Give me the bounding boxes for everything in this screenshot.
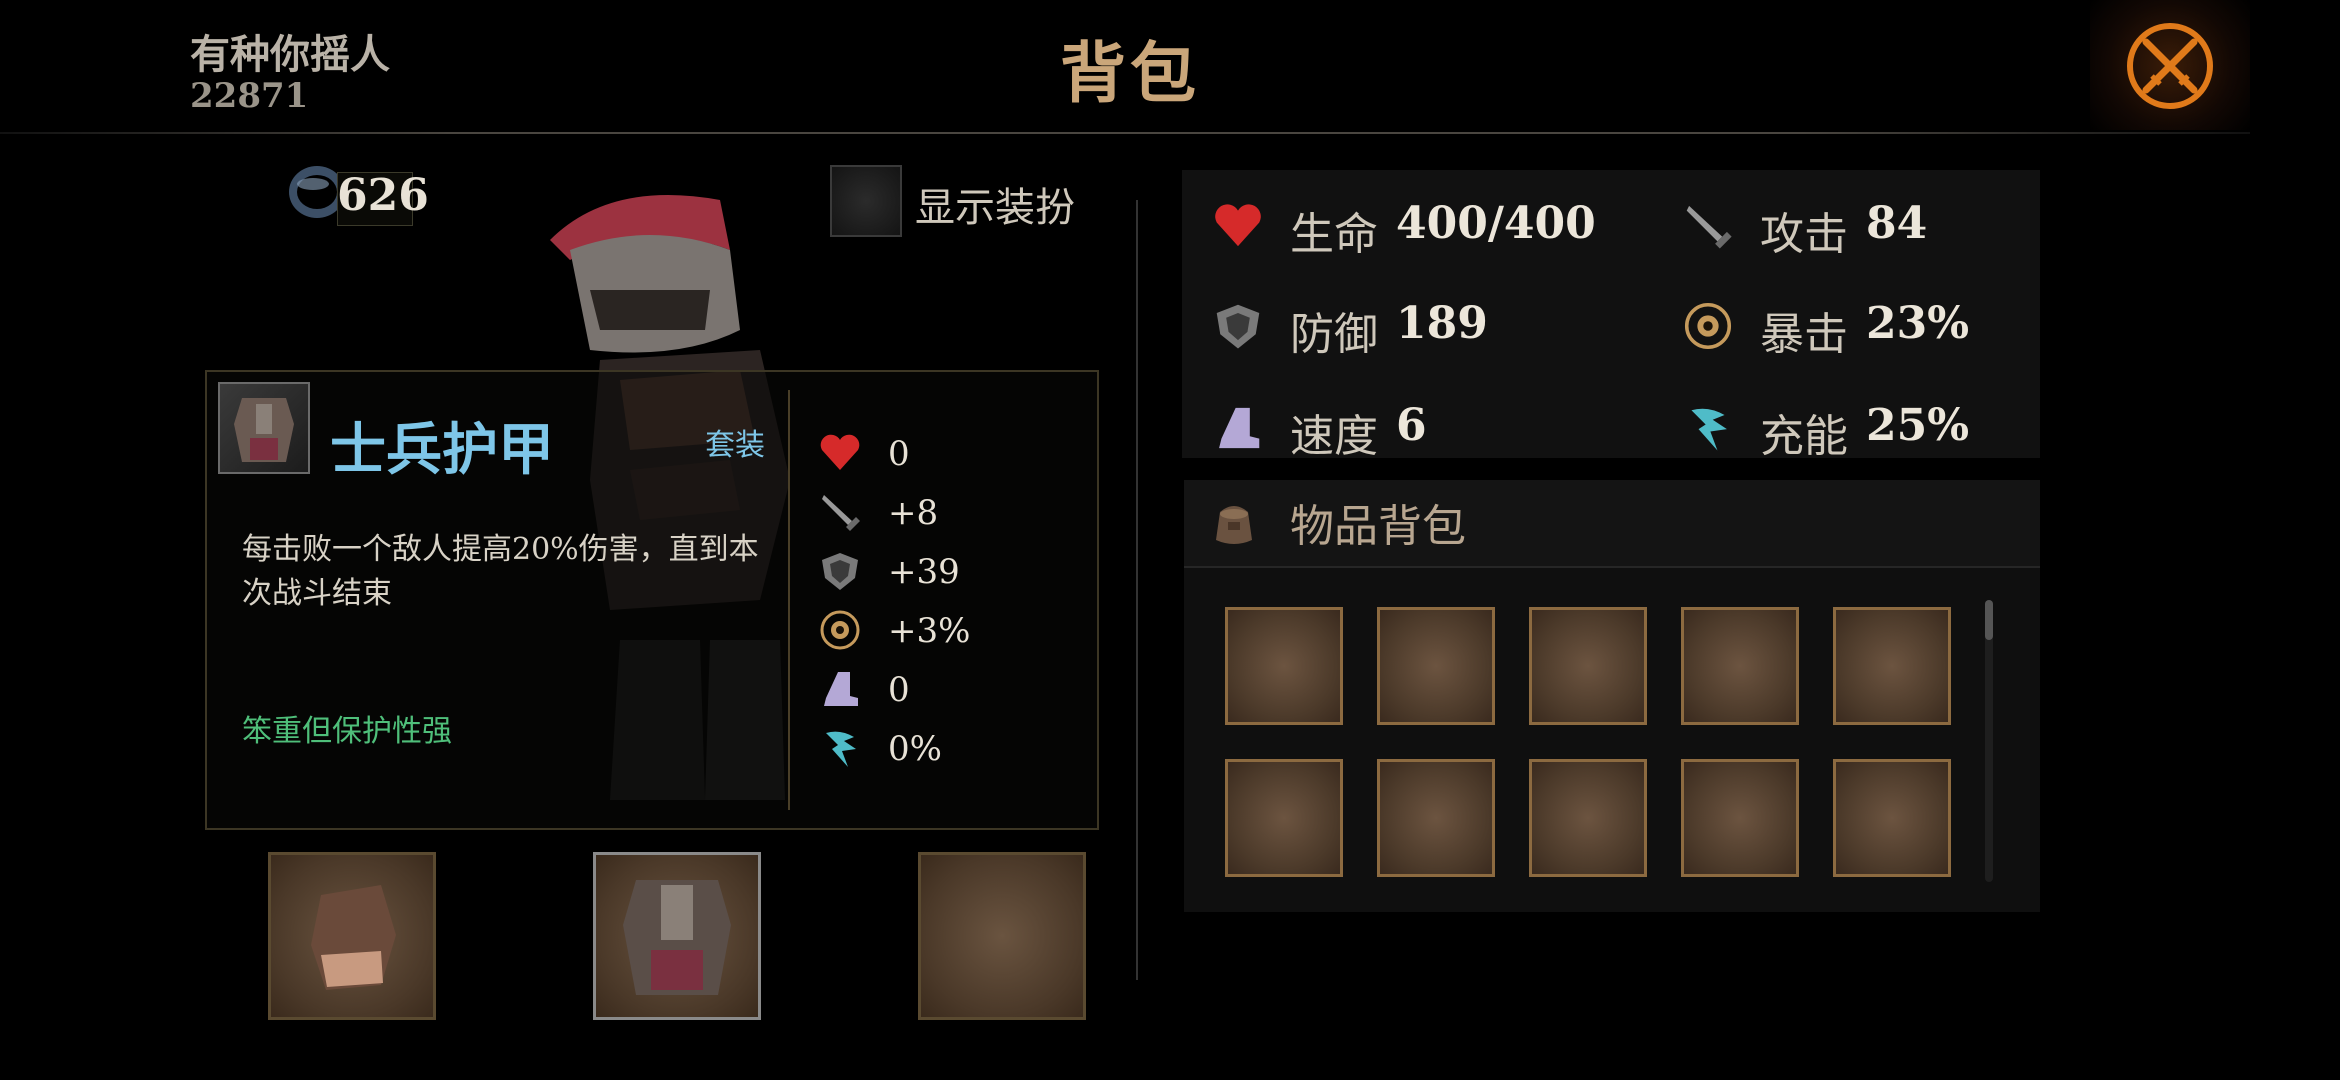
inventory-slot[interactable]	[1833, 607, 1951, 725]
inventory-slot[interactable]	[1529, 607, 1647, 725]
stat-label: 暴击	[1760, 309, 1848, 360]
panel-divider	[1136, 200, 1138, 980]
header-divider	[0, 132, 2250, 134]
item-stat-value: 0	[888, 670, 910, 710]
item-panel-divider	[788, 390, 790, 810]
inventory-scrollbar[interactable]	[1985, 600, 1993, 882]
item-flavor-text: 笨重但保护性强	[242, 714, 452, 749]
boot-icon	[824, 672, 858, 706]
inventory-slot[interactable]	[1377, 607, 1495, 725]
inventory-slot[interactable]	[1681, 607, 1799, 725]
gauntlet-icon	[311, 885, 396, 990]
stat-health: 生命 400/400	[1182, 190, 1596, 260]
shield-icon	[822, 553, 858, 590]
inventory-scroll-thumb[interactable]	[1985, 600, 1993, 640]
close-button[interactable]	[2090, 0, 2250, 130]
inventory-slot[interactable]	[1377, 759, 1495, 877]
player-name: 有种你摇人	[190, 31, 390, 78]
inventory-slot[interactable]	[1225, 607, 1343, 725]
item-stat-value: 0	[888, 434, 910, 474]
item-stat-crit: +3%	[818, 605, 1078, 655]
sword-icon	[822, 495, 860, 531]
stat-defense: 防御 189	[1182, 290, 1582, 360]
sword-icon	[1686, 205, 1732, 249]
item-stat-attack: +8	[818, 487, 1078, 537]
item-set-tag[interactable]: 套装	[705, 420, 765, 464]
item-stat-defense: +39	[818, 546, 1078, 596]
inventory-slot[interactable]	[1833, 759, 1951, 877]
stat-value: 6	[1396, 400, 1427, 451]
close-swords-icon	[2127, 23, 2213, 109]
armor-icon	[218, 382, 310, 474]
crit-icon	[1684, 302, 1732, 350]
player-id: 22871	[190, 76, 309, 116]
item-stat-health: 0	[818, 428, 1078, 478]
item-stat-value: +39	[888, 552, 960, 592]
item-name: 士兵护甲	[330, 417, 554, 483]
inventory-title: 物品背包	[1290, 501, 1466, 552]
inventory-slot[interactable]	[1681, 759, 1799, 877]
item-stat-value: 0%	[888, 729, 942, 769]
energy-icon	[1691, 408, 1727, 451]
heart-icon	[820, 434, 860, 470]
show-costume-label[interactable]: 显示装扮	[915, 175, 1075, 233]
item-stat-energy: 0%	[818, 723, 1078, 773]
stats-panel: 生命 400/400 攻击 84 防御 189 暴击 23% 速度 6 充能 2…	[1182, 170, 2040, 462]
stat-label: 速度	[1290, 411, 1378, 462]
armor-icon	[623, 880, 731, 995]
stat-speed: 速度 6	[1182, 392, 1582, 462]
stat-value: 84	[1866, 198, 1928, 249]
boot-icon	[1219, 407, 1260, 449]
stat-label: 防御	[1290, 309, 1378, 360]
equipment-slot-gloves[interactable]	[268, 852, 436, 1020]
stat-value: 23%	[1866, 298, 1970, 349]
item-description: 每击败一个敌人提高20%伤害，直到本次战斗结束	[242, 532, 759, 611]
stat-value: 400/400	[1396, 198, 1596, 249]
stat-attack: 攻击 84	[1652, 190, 2052, 260]
stat-crit: 暴击 23%	[1652, 290, 2052, 360]
equipment-slot-empty[interactable]	[918, 852, 1086, 1020]
stat-label: 充能	[1760, 411, 1848, 462]
show-costume-checkbox[interactable]	[830, 165, 902, 237]
shield-icon	[1216, 304, 1260, 349]
crit-icon	[820, 610, 860, 650]
energy-icon	[826, 731, 856, 767]
stat-label: 生命	[1290, 209, 1378, 260]
item-stat-value: +8	[888, 493, 939, 533]
item-stat-value: +3%	[888, 611, 971, 651]
currency-value: 626	[337, 170, 429, 221]
inventory-slot[interactable]	[1529, 759, 1647, 877]
equipment-slot-armor[interactable]	[593, 852, 761, 1020]
heart-icon	[1215, 204, 1261, 247]
page-title: 背包	[1060, 34, 1200, 112]
item-stat-speed: 0	[818, 664, 1078, 714]
stat-energy: 充能 25%	[1652, 392, 2052, 462]
bag-icon	[1216, 506, 1252, 544]
stat-value: 25%	[1866, 400, 1970, 451]
stat-label: 攻击	[1760, 209, 1848, 260]
currency-display: 626	[285, 152, 430, 232]
inventory-slot[interactable]	[1225, 759, 1343, 877]
stat-value: 189	[1396, 298, 1488, 349]
